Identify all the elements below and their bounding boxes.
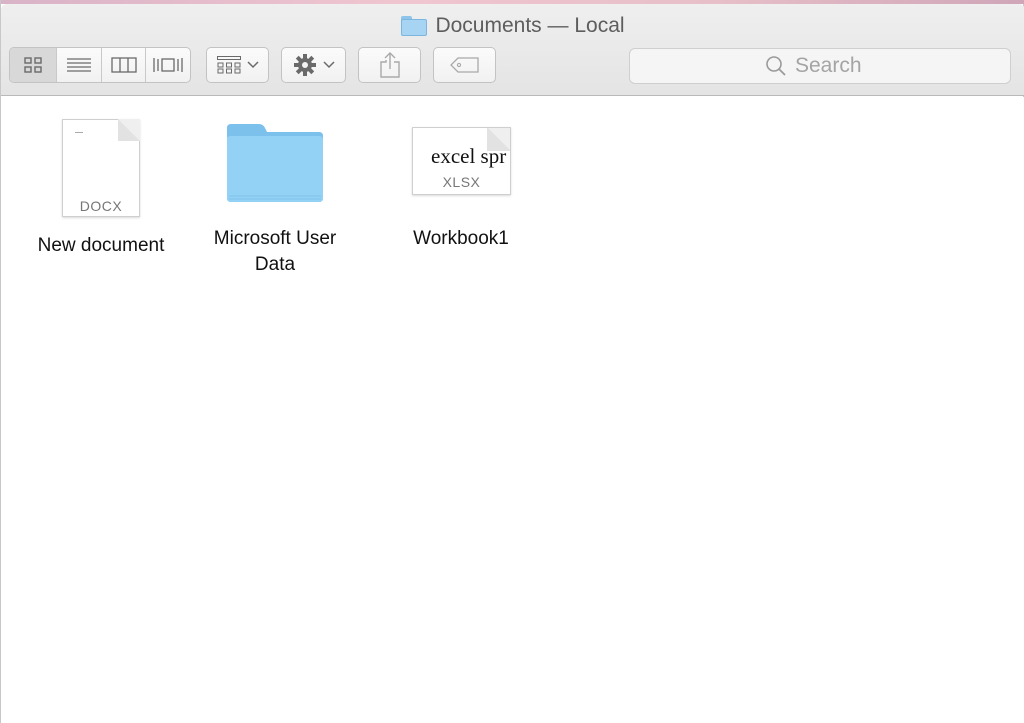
icon-view-icon	[24, 57, 42, 73]
arrange-button[interactable]	[206, 47, 269, 83]
folder-icon	[227, 124, 323, 202]
xlsx-file-icon: excel spr XLSX	[412, 127, 511, 195]
file-name: New document	[37, 235, 165, 256]
tag-button[interactable]	[433, 47, 496, 83]
gear-icon	[293, 54, 316, 76]
list-view-icon	[67, 58, 91, 72]
icon-view-button[interactable]	[10, 48, 57, 82]
search-input[interactable]	[795, 54, 875, 78]
finder-window: Documents — Local Search DOCX New docume…	[0, 0, 1024, 723]
chevron-down-icon	[246, 61, 259, 69]
cover-flow-view-button[interactable]	[146, 48, 190, 82]
action-button[interactable]	[281, 47, 346, 83]
list-view-button[interactable]	[57, 48, 102, 82]
folder-icon	[401, 16, 428, 36]
folder-item-microsoft-user-data[interactable]: Microsoft User Data	[199, 117, 351, 287]
search-icon	[766, 56, 786, 76]
folder-name: Microsoft User Data	[213, 228, 337, 275]
file-browser-area: DOCX New document Microsoft User Data ex…	[1, 97, 1024, 723]
chevron-down-icon	[322, 61, 335, 69]
tag-icon	[449, 57, 479, 73]
column-view-button[interactable]	[102, 48, 146, 82]
window-title-text: Documents — Local	[435, 14, 625, 37]
file-item-new-document[interactable]: DOCX New document	[21, 117, 181, 267]
search-field[interactable]	[629, 48, 1011, 84]
column-view-icon	[110, 57, 137, 73]
grid-arrange-icon	[216, 56, 241, 74]
file-type-badge: DOCX	[79, 198, 123, 214]
share-button[interactable]	[358, 47, 421, 83]
docx-file-icon: DOCX	[62, 119, 140, 217]
file-item-workbook1[interactable]: excel spr XLSX Workbook1	[381, 117, 541, 267]
share-icon	[379, 52, 400, 78]
view-mode-control	[9, 47, 191, 83]
cover-flow-icon	[153, 58, 183, 72]
file-name: Workbook1	[413, 228, 509, 249]
file-type-badge: XLSX	[442, 174, 481, 190]
window-title: Documents — Local	[1, 14, 1024, 38]
